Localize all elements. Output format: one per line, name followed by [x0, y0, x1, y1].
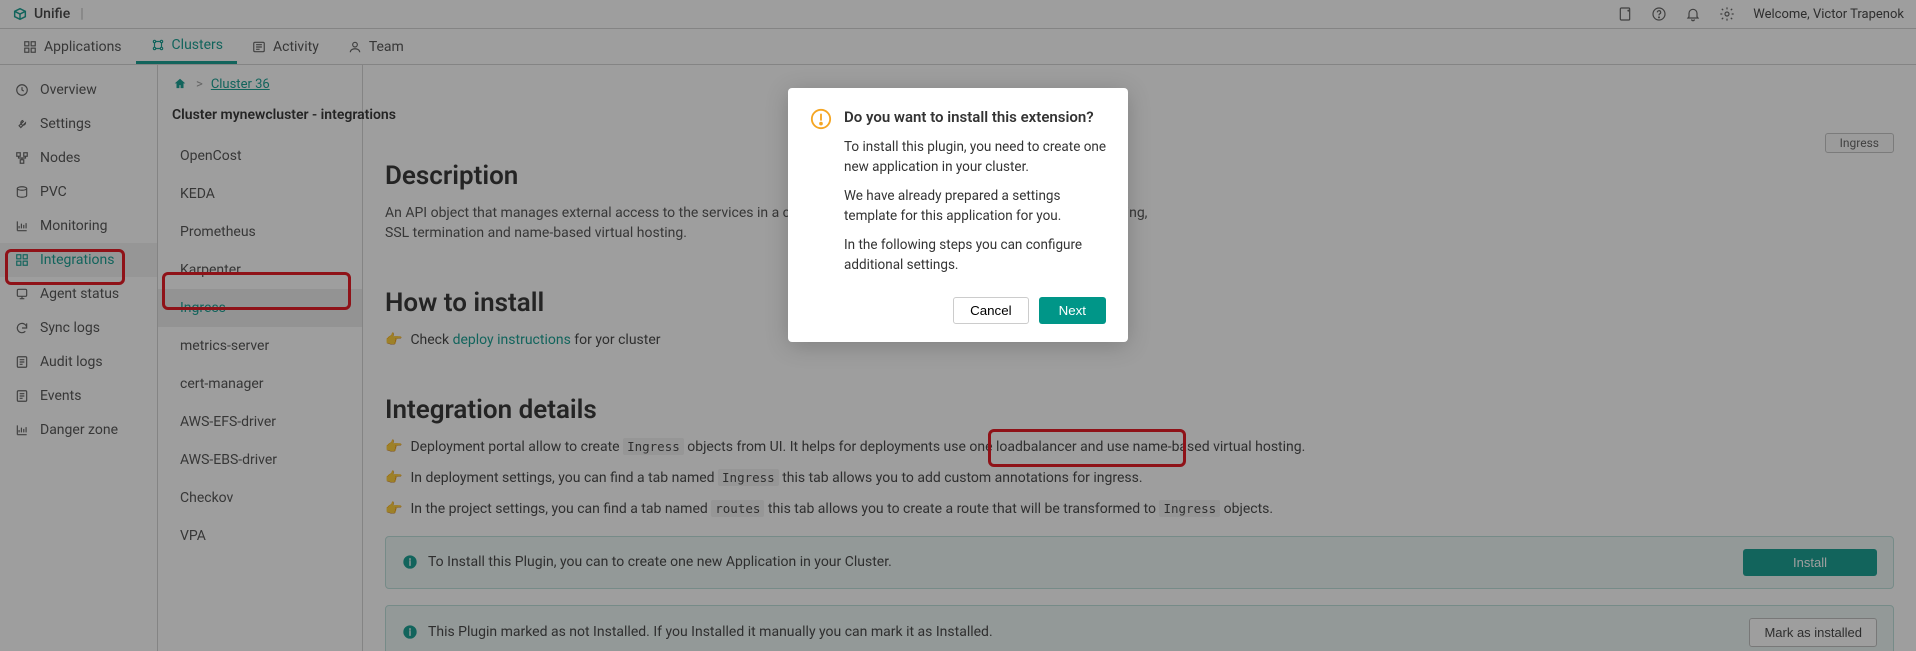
- modal-text-3: In the following steps you can configure…: [844, 236, 1106, 275]
- confirm-install-modal: Do you want to install this extension? T…: [788, 88, 1128, 342]
- modal-text-1: To install this plugin, you need to crea…: [844, 138, 1106, 177]
- modal-text-2: We have already prepared a settings temp…: [844, 187, 1106, 226]
- cancel-button[interactable]: Cancel: [953, 297, 1029, 324]
- next-button[interactable]: Next: [1039, 297, 1106, 324]
- warning-icon: [810, 108, 832, 130]
- modal-title: Do you want to install this extension?: [844, 108, 1106, 126]
